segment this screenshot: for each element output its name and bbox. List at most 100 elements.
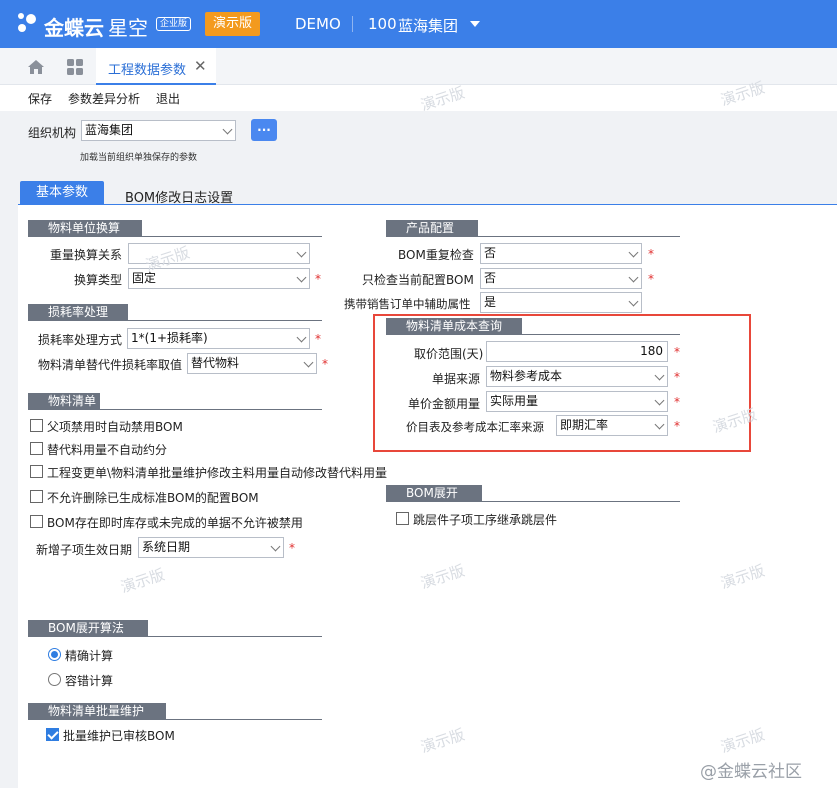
diff-analysis-button[interactable]: 参数差异分析 bbox=[68, 90, 140, 107]
chevron-down-icon bbox=[303, 357, 314, 368]
group-divider bbox=[28, 236, 322, 237]
sub-loss-select[interactable]: 替代物料 bbox=[187, 353, 317, 374]
org-select[interactable]: 蓝海集团 bbox=[81, 120, 236, 141]
group-divider bbox=[28, 719, 322, 720]
edition-badge: 企业版 bbox=[156, 17, 192, 31]
tab-bar: 工程数据参数 ✕ bbox=[0, 48, 837, 85]
org-more-button[interactable]: ... bbox=[251, 119, 277, 141]
chevron-down-icon bbox=[654, 419, 665, 430]
org-select-value: 蓝海集团 bbox=[85, 123, 134, 137]
checkbox-label[interactable]: 工程变更单\物料清单批量维护修改主料用量自动修改替代料用量 bbox=[47, 464, 387, 481]
radio-tolerant[interactable] bbox=[48, 673, 61, 686]
required-mark: * bbox=[674, 395, 680, 409]
exit-button[interactable]: 退出 bbox=[156, 90, 180, 107]
dup-check-label: BOM重复检查 bbox=[398, 248, 474, 262]
apps-grid-icon[interactable] bbox=[67, 59, 83, 75]
chevron-down-icon bbox=[654, 395, 665, 406]
checkbox-label[interactable]: 父项禁用时自动禁用BOM bbox=[47, 418, 183, 435]
loss-method-label: 损耗率处理方式 bbox=[38, 333, 123, 347]
unit-qty-select[interactable]: 实际用量 bbox=[486, 391, 668, 412]
logo-text: 金蝶云 bbox=[44, 16, 104, 40]
loss-rate-group: 损耗率处理 bbox=[28, 304, 322, 321]
required-mark: * bbox=[674, 345, 680, 359]
product-name: 星空 bbox=[108, 16, 148, 40]
close-icon[interactable]: ✕ bbox=[194, 57, 207, 75]
product-config-group: 产品配置 bbox=[386, 220, 680, 237]
org-name[interactable]: 蓝海集团 bbox=[398, 15, 458, 36]
rate-source-label: 价目表及参考成本汇率来源 bbox=[406, 420, 544, 434]
batch-maint-group: 物料清单批量维护 bbox=[28, 703, 322, 720]
weight-conv-label: 重量换算关系 bbox=[50, 248, 123, 262]
chevron-down-icon bbox=[296, 332, 307, 343]
group-divider bbox=[28, 320, 322, 321]
radio-label[interactable]: 容错计算 bbox=[65, 672, 113, 689]
required-mark: * bbox=[674, 370, 680, 384]
bom-algo-group: BOM展开算法 bbox=[28, 620, 322, 637]
demo-badge: 演示版 bbox=[205, 12, 261, 36]
group-title: BOM展开 bbox=[386, 485, 482, 501]
checkbox-label[interactable]: 替代料用量不自动约分 bbox=[47, 441, 167, 458]
checkbox-label[interactable]: 不允许删除已生成标准BOM的配置BOM bbox=[47, 489, 259, 506]
radio-exact[interactable] bbox=[48, 648, 61, 661]
checkbox-label[interactable]: 跳层件子项工序继承跳层件 bbox=[413, 511, 557, 528]
home-icon[interactable] bbox=[27, 59, 45, 75]
chevron-down-icon bbox=[654, 370, 665, 381]
sub-loss-value: 替代物料 bbox=[191, 356, 240, 370]
sub-loss-label: 物料清单替代件损耗率取值 bbox=[38, 358, 183, 372]
group-title: 物料单位换算 bbox=[28, 220, 142, 236]
checkbox[interactable] bbox=[396, 512, 409, 525]
group-divider bbox=[386, 236, 680, 237]
checkbox[interactable] bbox=[30, 419, 43, 432]
tab-engineering-params[interactable]: 工程数据参数 ✕ bbox=[96, 48, 216, 85]
group-title: 物料清单批量维护 bbox=[28, 703, 166, 719]
group-title: 损耗率处理 bbox=[28, 304, 128, 320]
dup-check-value: 否 bbox=[484, 246, 497, 260]
aux-attr-select[interactable]: 是 bbox=[480, 292, 642, 313]
group-title: 物料清单成本查询 bbox=[386, 318, 522, 334]
conv-type-label: 换算类型 bbox=[74, 273, 123, 287]
checkbox-label[interactable]: BOM存在即时库存或未完成的单据不允许被禁用 bbox=[47, 514, 303, 531]
aux-attr-label: 携带销售订单中辅助属性 bbox=[344, 297, 471, 311]
org-label: 组织机构 bbox=[28, 126, 77, 140]
tab-label: 工程数据参数 bbox=[108, 63, 187, 78]
radio-label[interactable]: 精确计算 bbox=[65, 647, 113, 664]
checkbox[interactable] bbox=[30, 490, 43, 503]
dup-check-select[interactable]: 否 bbox=[480, 243, 642, 264]
org-dropdown-icon[interactable] bbox=[470, 21, 480, 27]
required-mark: * bbox=[315, 332, 321, 346]
group-title: 物料清单 bbox=[28, 393, 100, 409]
logo-icon bbox=[14, 10, 40, 36]
save-button[interactable]: 保存 bbox=[28, 90, 52, 107]
checkbox[interactable] bbox=[30, 515, 43, 528]
doc-source-label: 单据来源 bbox=[432, 372, 481, 386]
bom-group: 物料清单 bbox=[28, 393, 322, 410]
org-code[interactable]: 100 bbox=[368, 15, 397, 33]
tab-basic-params[interactable]: 基本参数 bbox=[20, 181, 104, 205]
loss-method-select[interactable]: 1*(1+损耗率) bbox=[127, 328, 310, 349]
group-divider bbox=[386, 501, 680, 502]
required-mark: * bbox=[648, 272, 654, 286]
doc-source-select[interactable]: 物料参考成本 bbox=[486, 366, 668, 387]
rate-source-select[interactable]: 即期汇率 bbox=[556, 415, 668, 436]
required-mark: * bbox=[648, 247, 654, 261]
group-divider bbox=[28, 636, 322, 637]
unit-qty-value: 实际用量 bbox=[490, 394, 539, 408]
cost-query-group: 物料清单成本查询 bbox=[386, 318, 680, 335]
only-current-select[interactable]: 否 bbox=[480, 268, 642, 289]
env-label[interactable]: DEMO bbox=[295, 15, 341, 33]
checkbox-label[interactable]: 批量维护已审核BOM bbox=[63, 727, 175, 744]
checkbox[interactable] bbox=[46, 728, 59, 741]
effective-date-value: 系统日期 bbox=[142, 540, 191, 554]
required-mark: * bbox=[315, 272, 321, 286]
chevron-down-icon bbox=[296, 272, 307, 283]
only-current-value: 否 bbox=[484, 271, 497, 285]
env-divider bbox=[352, 16, 353, 32]
rate-source-value: 即期汇率 bbox=[560, 418, 609, 432]
checkbox[interactable] bbox=[30, 465, 43, 478]
chevron-down-icon bbox=[628, 296, 639, 307]
group-title: 产品配置 bbox=[386, 220, 478, 236]
effective-date-select[interactable]: 系统日期 bbox=[138, 537, 284, 558]
group-divider bbox=[28, 409, 322, 410]
price-range-input[interactable]: 180 bbox=[486, 341, 668, 362]
checkbox[interactable] bbox=[30, 442, 43, 455]
